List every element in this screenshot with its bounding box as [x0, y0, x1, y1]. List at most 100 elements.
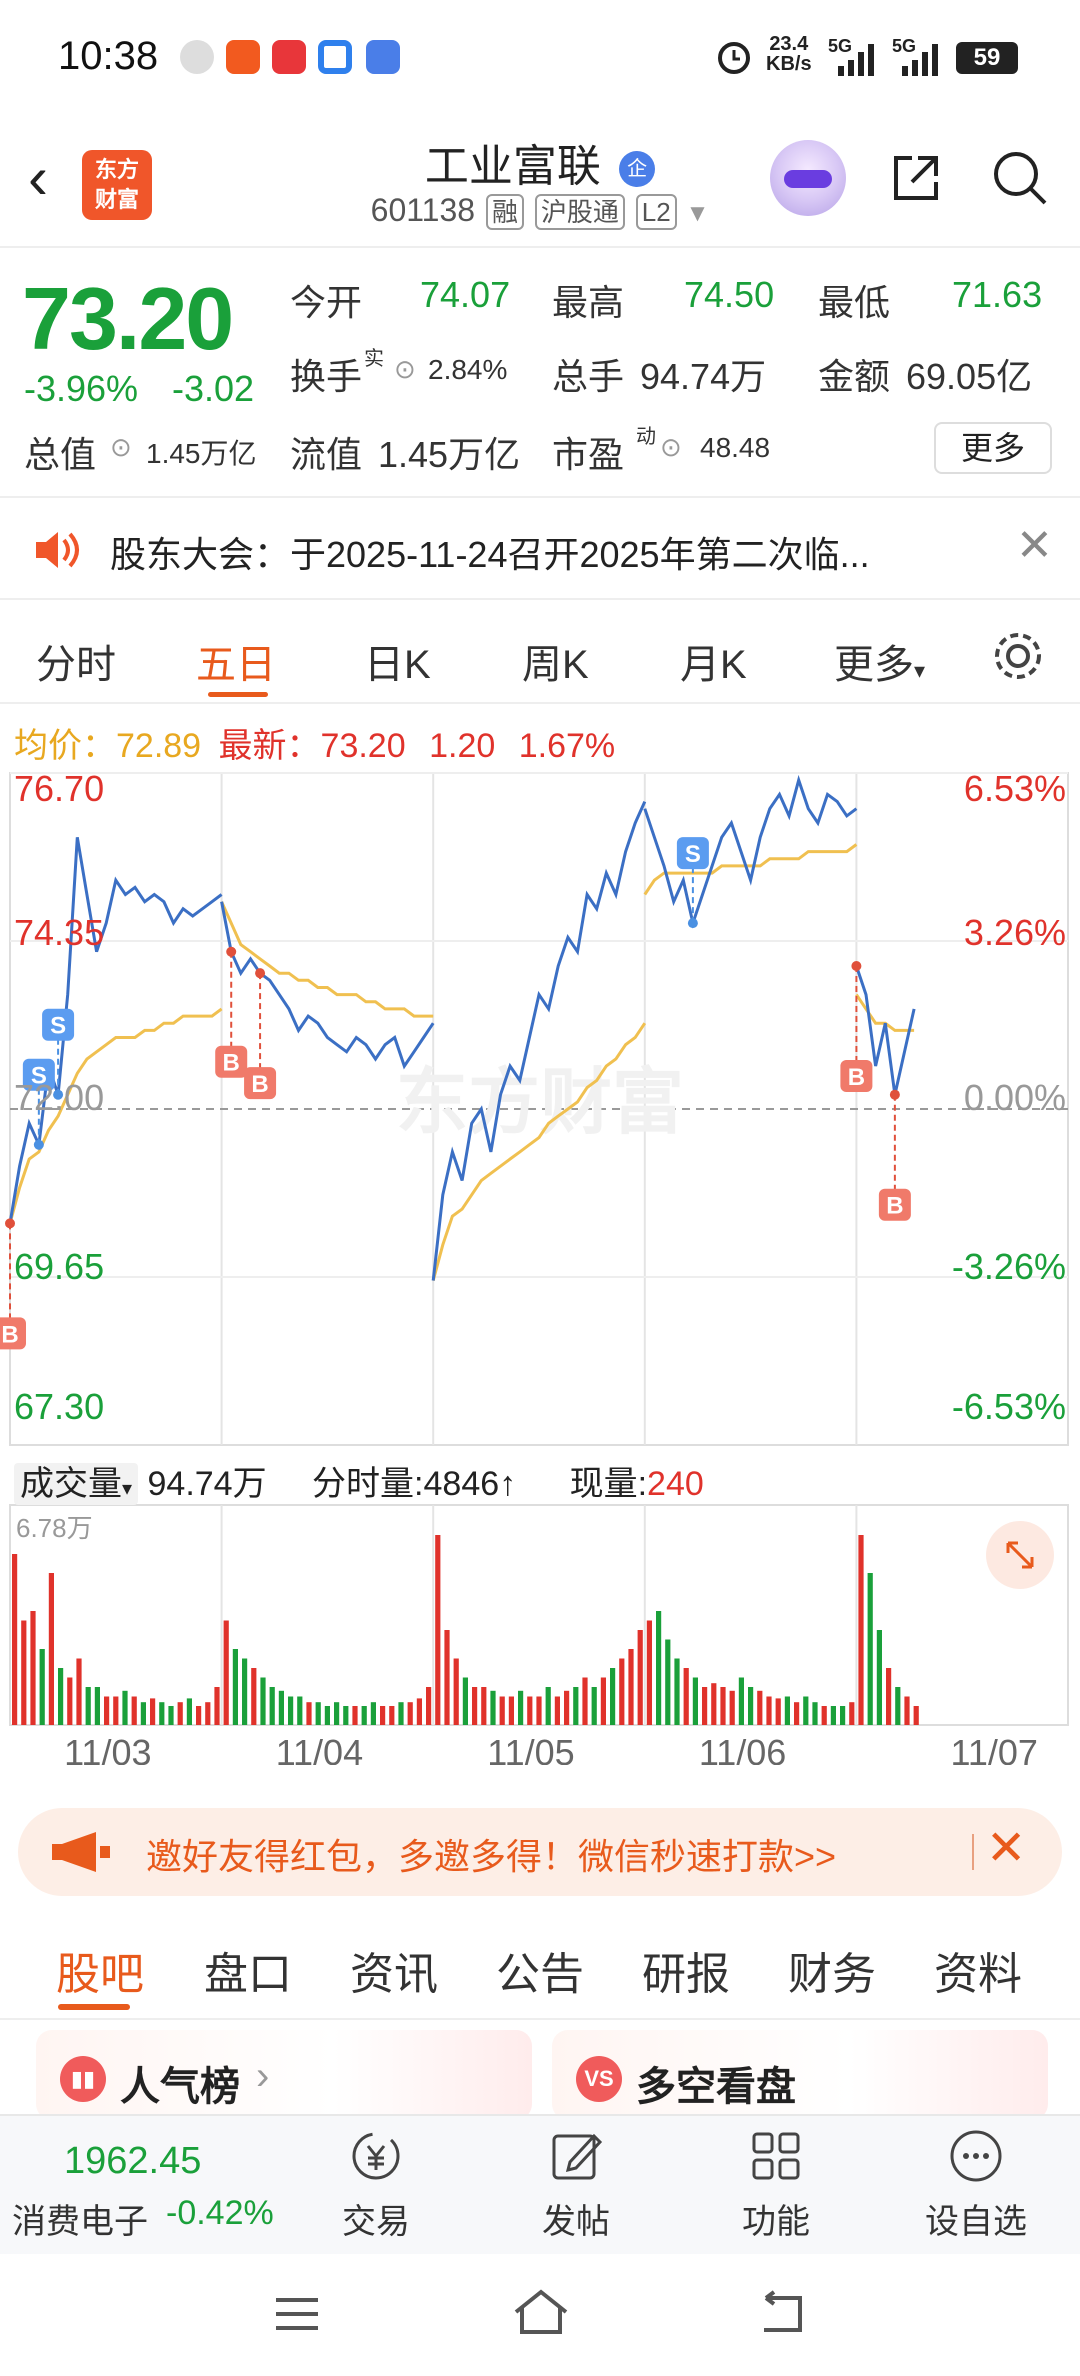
index-name: 消费电子 [12, 2203, 148, 2241]
latest-percent: 1.67% [518, 727, 616, 765]
volume-bar [251, 1668, 257, 1725]
volume-bar [812, 1702, 818, 1725]
five-day-chart[interactable]: 东方财富 SSBBBSBB 76.7074.3572.0069.6567.306… [0, 765, 1080, 1765]
index-value: 1962.45 [64, 2140, 202, 2182]
volume-bar [140, 1702, 146, 1725]
tab-daily-k[interactable]: 日K [364, 632, 431, 690]
volume-bar [536, 1696, 542, 1725]
volume-bar [573, 1687, 579, 1725]
volume-bar [665, 1639, 671, 1725]
index-percent: -0.42% [166, 2194, 274, 2232]
volume-bar [490, 1690, 496, 1725]
volume-bar [177, 1702, 183, 1725]
search-icon[interactable] [990, 148, 1050, 208]
volume-bar [324, 1706, 330, 1725]
volume-bar [278, 1690, 284, 1725]
avg-price-row: 均价：72.89 最新：73.20 1.20 1.67% [14, 718, 615, 767]
info-icon[interactable]: ⊙ [394, 354, 416, 385]
tab-five-day[interactable]: 五日 [196, 632, 276, 690]
back-nav-icon[interactable] [756, 2290, 806, 2336]
marker-dot [226, 946, 237, 957]
x-axis-label: 11/03 [64, 1732, 151, 1765]
net-unit: KB/s [766, 53, 812, 75]
volume-bar [656, 1611, 662, 1725]
more-button[interactable]: 更多 [934, 422, 1052, 474]
volume-bar [297, 1696, 303, 1725]
nav-trade[interactable]: 交易 [306, 2126, 446, 2243]
volume-bar [637, 1630, 643, 1725]
tab-monthly-k[interactable]: 月K [680, 632, 747, 690]
volume-bar [702, 1687, 708, 1725]
volume-bar [692, 1677, 698, 1725]
right-axis-tick: 3.26% [964, 912, 1066, 953]
nav-functions[interactable]: 功能 [706, 2126, 846, 2243]
float-label: 流值 [290, 434, 363, 475]
volume-bar [30, 1611, 36, 1725]
info-icon[interactable]: ⊙ [660, 432, 682, 463]
tab-finance[interactable]: 财务 [788, 1938, 876, 2002]
marker-dot [889, 1089, 900, 1100]
volume-bar [591, 1687, 597, 1725]
volume-bar [186, 1698, 192, 1725]
volume-bar [766, 1696, 772, 1725]
bar-chart-icon: ▮▮ [60, 2056, 106, 2102]
tab-more[interactable]: 更多▾ [834, 632, 925, 690]
nav-post[interactable]: 发帖 [506, 2126, 646, 2243]
popularity-card[interactable]: ▮▮ 人气榜 › [36, 2030, 532, 2120]
volume-bar [21, 1620, 27, 1725]
volume-bar [48, 1573, 54, 1725]
volume-bar [674, 1658, 680, 1725]
marker-dot [33, 1139, 44, 1150]
gear-icon[interactable] [990, 628, 1046, 684]
notice-bar[interactable]: 股东大会：于2025-11-24召开2025年第二次临... ✕ [0, 500, 1080, 600]
x-axis-label: 11/06 [699, 1732, 786, 1765]
volume-selector[interactable]: 成交量▾ [14, 1463, 139, 1505]
volume-bar [913, 1706, 919, 1725]
system-nav [0, 2254, 1080, 2376]
tab-profile[interactable]: 资料 [934, 1938, 1022, 2002]
bottom-nav: 1962.45 消费电子 -0.42% 交易 发帖 功能 设自选 [0, 2114, 1080, 2254]
tab-research[interactable]: 研报 [642, 1938, 730, 2002]
tag-level2: L2 [635, 194, 677, 230]
volume-bar [481, 1687, 487, 1725]
volume-bar [334, 1702, 340, 1725]
volume-bar [288, 1696, 294, 1725]
volume-bar [380, 1706, 386, 1725]
nav-add-watchlist[interactable]: 设自选 [906, 2126, 1046, 2243]
volume-bar [398, 1702, 404, 1725]
pe-sup: 动 [636, 426, 656, 448]
chevron-down-icon[interactable]: ▼ [686, 200, 710, 227]
banner-text: 邀好友得红包，多邀多得！微信秒速打款>> [146, 1836, 837, 1877]
volume-max-label: 6.78万 [16, 1513, 93, 1543]
volume-bar [619, 1658, 625, 1725]
tab-pankou[interactable]: 盘口 [204, 1938, 292, 2002]
tab-guba[interactable]: 股吧 [56, 1938, 144, 2002]
home-icon[interactable] [512, 2288, 570, 2336]
tab-announcement[interactable]: 公告 [496, 1938, 584, 2002]
price-line [8, 837, 223, 1224]
ai-assistant-icon[interactable] [770, 140, 846, 216]
volume-bar [407, 1702, 413, 1725]
close-icon[interactable]: ✕ [1016, 520, 1053, 571]
volume-bar [554, 1696, 560, 1725]
tab-intraday[interactable]: 分时 [36, 632, 116, 690]
volume-bar [876, 1630, 882, 1725]
tab-weekly-k[interactable]: 周K [522, 632, 589, 690]
share-icon[interactable] [888, 150, 944, 206]
bull-bear-card[interactable]: VS 多空看盘 [552, 2030, 1048, 2120]
close-icon[interactable]: ✕ [986, 1820, 1026, 1876]
volume-bar [508, 1696, 514, 1725]
avg-price-line [643, 843, 858, 896]
sector-index[interactable]: 1962.45 消费电子 -0.42% [0, 2116, 290, 2256]
info-icon[interactable]: ⊙ [110, 432, 132, 463]
status-bar: 10:38 23.4 KB/s 5G 5G 59 [0, 0, 1080, 120]
invite-banner[interactable]: 邀好友得红包，多邀多得！微信秒速打款>> ✕ [18, 1808, 1062, 1896]
tab-news[interactable]: 资讯 [350, 1938, 438, 2002]
volume-bar [683, 1668, 689, 1725]
marker-dot [5, 1218, 15, 1229]
change-amount: -3.02 [172, 368, 255, 409]
marker-label: B [886, 1193, 903, 1220]
volume-bar [600, 1677, 606, 1725]
menu-icon[interactable] [272, 2294, 322, 2334]
open-label: 今开 [290, 282, 363, 323]
